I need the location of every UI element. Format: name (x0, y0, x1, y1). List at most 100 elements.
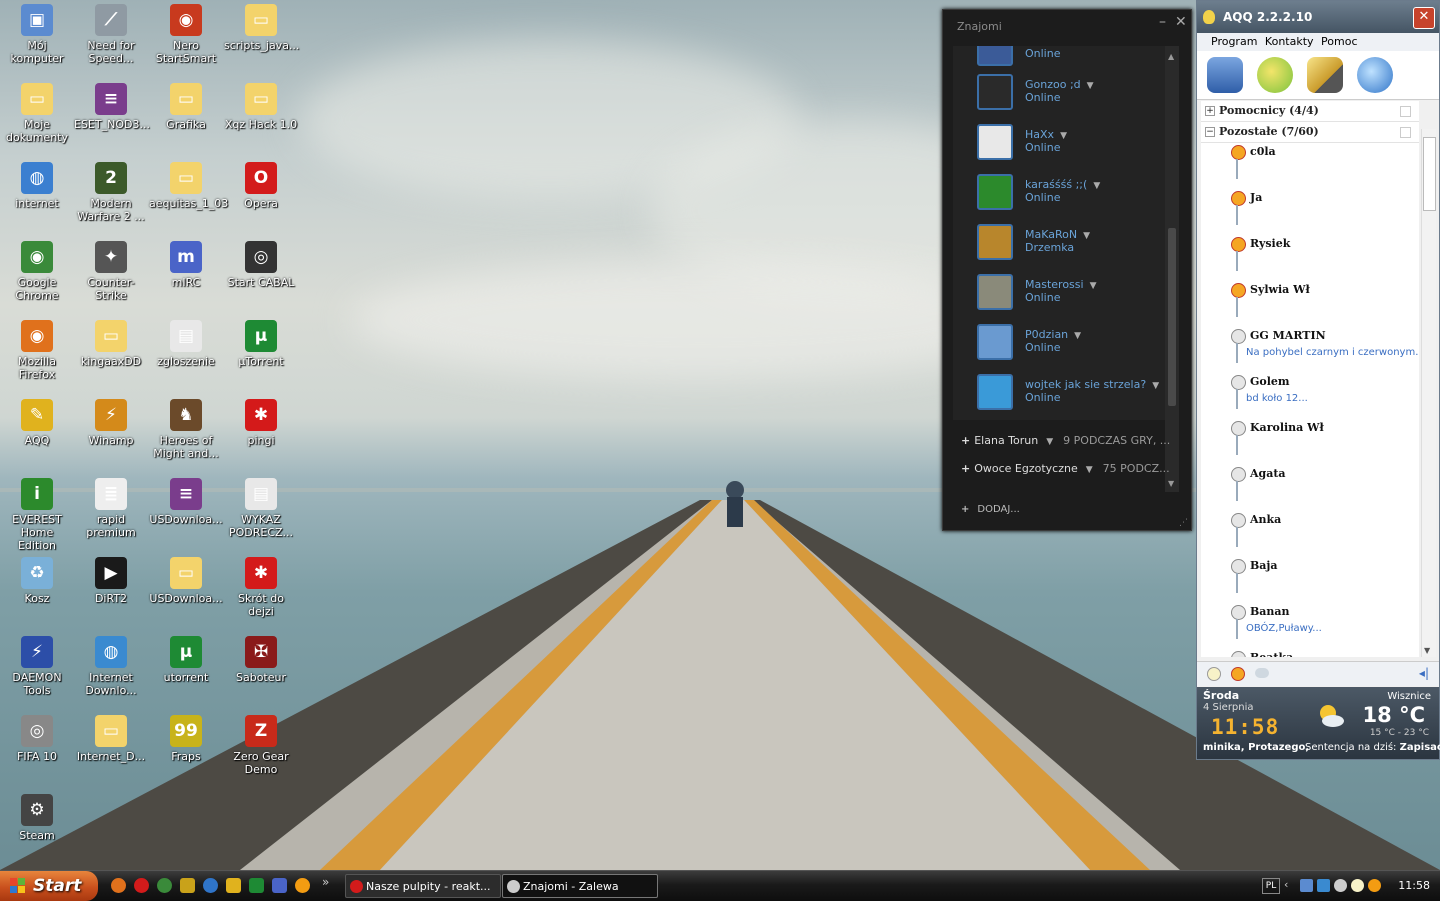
desktop-icon[interactable]: ▶ DiRT2 (74, 555, 148, 605)
close-button[interactable]: ✕ (1175, 14, 1187, 30)
group-checkbox[interactable] (1400, 106, 1411, 117)
language-indicator[interactable]: PL (1262, 878, 1280, 894)
contact-item[interactable]: Gonzoo ;d ▼ Online (953, 68, 1165, 118)
scroll-down-icon[interactable]: ▼ (1168, 479, 1174, 488)
aqq-contact[interactable]: Agata (1201, 465, 1419, 511)
taskbar-clock[interactable]: 11:58 (1398, 871, 1430, 901)
znajomi-scrollbar[interactable]: ▲ ▼ (1165, 46, 1179, 492)
add-contact-button[interactable]: + DODAJ... (961, 504, 1020, 515)
desktop-icon[interactable]: ▣ Mój komputer (0, 2, 74, 65)
aqq-contact[interactable]: GG MARTIN Na pohybel czarnym i czerwonym. (1201, 327, 1419, 373)
desktop-icon[interactable]: ▭ Internet_D... (74, 713, 148, 763)
desktop-icon[interactable]: 99 Fraps (149, 713, 223, 763)
contact-item[interactable]: wojtek jak sie strzela? ▼ Online (953, 368, 1165, 418)
aqq-tray-icon[interactable] (1351, 879, 1364, 892)
globe-icon[interactable] (1357, 57, 1393, 93)
desktop-icon[interactable]: ✱ Skrót do dejzi (224, 555, 298, 618)
chevron-down-icon[interactable]: ▼ (1087, 81, 1094, 91)
desktop-icon[interactable]: ▭ aequitas_1_03 (149, 160, 228, 210)
speaker-icon[interactable]: ◂| (1419, 666, 1429, 680)
desktop-icon[interactable]: µ µTorrent (224, 318, 298, 368)
resize-grip-icon[interactable]: ⋰ (1179, 518, 1188, 528)
aqq-contact[interactable]: Karolina Wł (1201, 419, 1419, 465)
mail-icon[interactable] (1307, 57, 1343, 93)
desktop-icon[interactable]: ⟋ Need for Speed... (74, 2, 148, 65)
menu-pomoc[interactable]: Pomoc (1321, 35, 1357, 48)
desktop-icon[interactable]: ▤ WYKAZ PODRECZ... (224, 476, 298, 539)
desktop-icon[interactable]: ♞ Heroes of Might and... (149, 397, 223, 460)
utorrent-icon[interactable] (249, 878, 264, 893)
group-pomocnicy[interactable]: + Pomocnicy (4/4) (1201, 101, 1419, 122)
idm-tray-icon[interactable] (1317, 879, 1330, 892)
scroll-thumb[interactable] (1423, 137, 1436, 211)
internet-explorer-icon[interactable] (203, 878, 218, 893)
contact-item[interactable]: Online (953, 46, 1165, 68)
desktop-icon[interactable]: ◉ Mozilla Firefox (0, 318, 74, 381)
aqq-scrollbar[interactable]: ▼ (1421, 129, 1436, 657)
desktop-icon[interactable]: ✦ Counter-Strike (74, 239, 148, 302)
chevron-down-icon[interactable]: ▼ (1093, 181, 1100, 191)
winamp-icon[interactable] (180, 878, 195, 893)
bulb-icon[interactable] (1207, 667, 1221, 681)
desktop-icon[interactable]: ▭ kingaaxDD (74, 318, 148, 368)
scroll-up-icon[interactable]: ▲ (1168, 52, 1174, 61)
quicklaunch-overflow-icon[interactable]: » (322, 875, 329, 889)
contact-item[interactable]: karaśśśś ;;(▼ Online (953, 168, 1165, 218)
chevron-down-icon[interactable]: ▼ (1090, 281, 1097, 291)
desktop-icon[interactable]: ▭ scripts_java... (224, 2, 299, 52)
expand-icon[interactable]: + (1205, 106, 1215, 116)
aqq-window[interactable]: AQQ 2.2.2.10 ✕ Program Kontakty Pomoc + P… (1196, 0, 1440, 760)
chevron-down-icon[interactable]: ▼ (1152, 381, 1159, 391)
aqq-contact[interactable]: Banan OBÓZ,Puławy... (1201, 603, 1419, 649)
desktop-icon[interactable]: ♻ Kosz (0, 555, 74, 605)
aqq-contact[interactable]: Beatka (1201, 649, 1419, 657)
group-pozostale[interactable]: − Pozostałe (7/60) (1201, 122, 1419, 143)
taskbar-button[interactable]: Nasze pulpity - reakt... (345, 874, 501, 898)
desktop-icon[interactable]: ▤ zgloszenie (149, 318, 223, 368)
aqq-contact[interactable]: Ja (1201, 189, 1419, 235)
cloud-icon[interactable] (1255, 668, 1269, 678)
desktop-icon[interactable]: ◍ internet (0, 160, 74, 210)
aqq-icon[interactable] (226, 878, 241, 893)
scroll-down-icon[interactable]: ▼ (1424, 646, 1430, 655)
desktop-icon[interactable]: ⚡ DAEMON Tools (0, 634, 74, 697)
network-icon[interactable] (1300, 879, 1313, 892)
steam-tray-icon[interactable] (1334, 879, 1347, 892)
menu-kontakty[interactable]: Kontakty (1265, 35, 1314, 48)
collapse-icon[interactable]: − (1205, 127, 1215, 137)
desktop-icon[interactable]: ≡ ESET_NOD3... (74, 81, 150, 131)
znajomi-contact-list[interactable]: Online Gonzoo ;d ▼ Online HaXx ▼ Online karaśśś… (953, 46, 1165, 420)
desktop-icon[interactable]: ⚙ Steam (0, 792, 74, 842)
chevron-down-icon[interactable]: ▼ (1074, 331, 1081, 341)
desktop-icon[interactable]: ▭ Xqz Hack 1.0 (224, 81, 298, 131)
contacts-book-icon[interactable] (1207, 57, 1243, 93)
aqq-contact[interactable]: Baja (1201, 557, 1419, 603)
opera-icon[interactable] (134, 878, 149, 893)
aqq-contact[interactable]: Rysiek (1201, 235, 1419, 281)
znajomi-window[interactable]: Znajomi – ✕ Online Gonzoo ;d ▼ Online HaXx ▼ O… (942, 9, 1192, 531)
mirc-icon[interactable] (272, 878, 287, 893)
chevron-down-icon[interactable]: ▼ (1086, 465, 1093, 475)
aqq-contact[interactable]: Sylwia Wł (1201, 281, 1419, 327)
status-sun-icon[interactable] (1231, 667, 1245, 681)
group-owoce-egzotyczne[interactable]: + Owoce Egzotyczne ▼ 75 PODCZ... (961, 462, 1170, 475)
aqq-contact-list[interactable]: + Pomocnicy (4/4) − Pozostałe (7/60) c0la J… (1201, 101, 1419, 657)
firefox-icon[interactable] (111, 878, 126, 893)
chevron-down-icon[interactable]: ▼ (1083, 231, 1090, 241)
menu-program[interactable]: Program (1211, 35, 1257, 48)
desktop-icon[interactable]: ▭ USDownloa... (149, 555, 223, 605)
desktop-icon[interactable]: ▭ Grafika (149, 81, 223, 131)
group-elana-torun[interactable]: + Elana Torun ▼ 9 PODCZAS GRY, ... (961, 434, 1170, 447)
desktop-icon[interactable]: ✱ pingi (224, 397, 298, 447)
contact-item[interactable]: MaKaRoN ▼ Drzemka (953, 218, 1165, 268)
desktop-icon[interactable]: ◉ Nero StartSmart (149, 2, 223, 65)
chat-bubbles-icon[interactable] (1257, 57, 1293, 93)
chevron-down-icon[interactable]: ▼ (1060, 131, 1067, 141)
group-checkbox[interactable] (1400, 127, 1411, 138)
desktop-icon[interactable]: ▭ Moje dokumenty (0, 81, 74, 144)
desktop-icon[interactable]: ◉ Google Chrome (0, 239, 74, 302)
chrome-icon[interactable] (157, 878, 172, 893)
aqq-contact[interactable]: c0la (1201, 143, 1419, 189)
start-button[interactable]: Start (0, 871, 98, 901)
aqq-contact[interactable]: Anka (1201, 511, 1419, 557)
